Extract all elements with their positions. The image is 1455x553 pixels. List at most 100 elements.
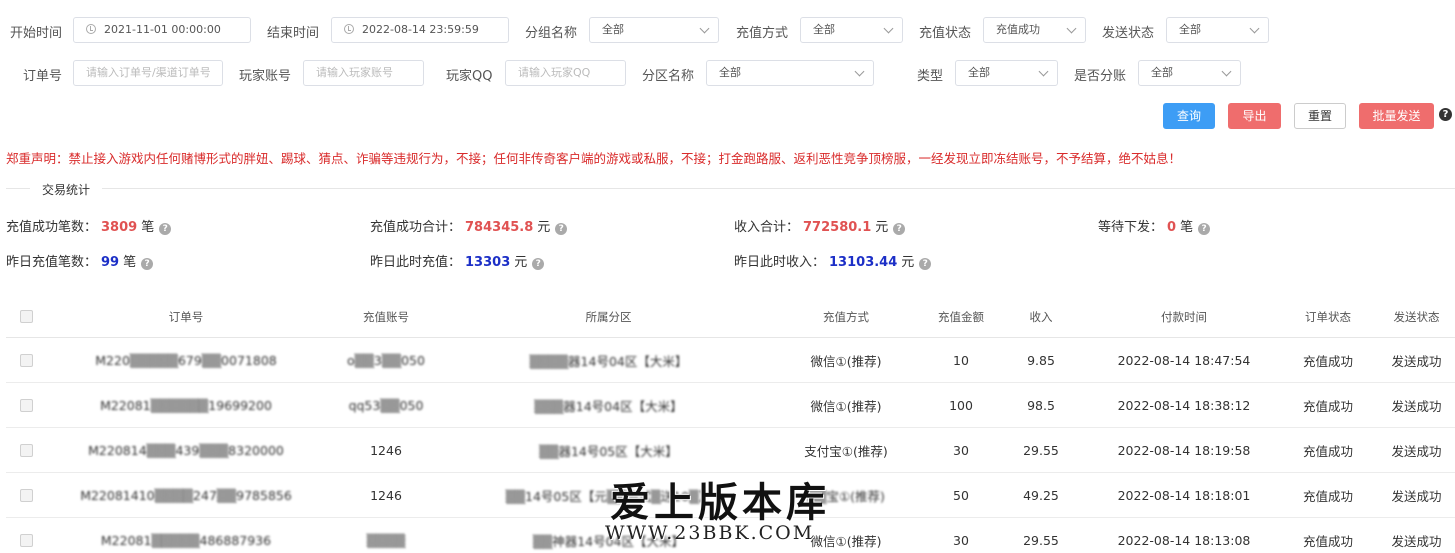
cell-order-status: 充值成功 bbox=[1302, 443, 1353, 459]
chevron-down-icon bbox=[1038, 66, 1049, 77]
cell-send-status: 发送成功 bbox=[1391, 443, 1442, 459]
send-status-select[interactable]: 全部 bbox=[1166, 17, 1269, 43]
header-send-status: 发送状态 bbox=[1393, 309, 1440, 324]
help-icon[interactable]: ? bbox=[1439, 108, 1452, 121]
stat-yesterday-income: 昨日此时收入： 13103.44 元? bbox=[734, 251, 932, 270]
row-checkbox[interactable] bbox=[19, 488, 33, 502]
cell-send-status: 发送成功 bbox=[1391, 488, 1442, 504]
cell-amount: 10 bbox=[953, 352, 969, 368]
cell-send-status: 发送成功 bbox=[1391, 398, 1442, 414]
help-icon[interactable]: ? bbox=[532, 258, 545, 270]
filter-panel: 开始时间 2021-11-01 00:00:00 结束时间 2022-08-14… bbox=[0, 0, 1455, 140]
row-checkbox-cell bbox=[6, 338, 46, 382]
header-amount: 充值金额 bbox=[938, 309, 984, 324]
stat-pending: 等待下发： 0 笔? bbox=[1098, 216, 1211, 235]
clock-icon bbox=[344, 24, 354, 34]
section-title: 交易统计 bbox=[30, 181, 103, 198]
split-select[interactable]: 全部 bbox=[1138, 60, 1241, 86]
clock-icon bbox=[86, 24, 96, 34]
batch-send-button[interactable]: 批量发送 bbox=[1359, 103, 1434, 129]
cell-zone: ▒▒神器14号04区【大米】 bbox=[532, 533, 685, 549]
send-status-label: 发送状态 bbox=[1102, 26, 1155, 41]
group-select[interactable]: 全部 bbox=[589, 17, 719, 43]
help-icon[interactable]: ? bbox=[555, 223, 568, 235]
split-label: 是否分账 bbox=[1074, 69, 1127, 84]
header-account: 充值账号 bbox=[363, 309, 409, 324]
cell-pay-time: 2022-08-14 18:19:58 bbox=[1117, 442, 1251, 458]
help-icon[interactable]: ? bbox=[893, 223, 906, 235]
player-account-input[interactable]: 请输入玩家账号 bbox=[303, 60, 424, 86]
header-income: 收入 bbox=[1029, 309, 1053, 324]
recharge-method-label: 充值方式 bbox=[736, 26, 789, 41]
cell-amount: 50 bbox=[953, 487, 969, 503]
type-select[interactable]: 全部 bbox=[955, 60, 1058, 86]
type-label: 类型 bbox=[917, 69, 944, 84]
cell-order-status: 充值成功 bbox=[1302, 398, 1353, 414]
help-icon[interactable]: ? bbox=[159, 223, 172, 235]
chevron-down-icon bbox=[854, 66, 865, 77]
cell-pay-time: 2022-08-14 18:47:54 bbox=[1117, 352, 1251, 368]
end-time-label: 结束时间 bbox=[267, 26, 320, 41]
table-row[interactable]: M22081▒▒▒▒▒486887936 ▒▒▒▒ ▒▒神器14号04区【大米】… bbox=[6, 518, 1455, 553]
cell-order: M22081410▒▒▒▒247▒▒9785856 bbox=[80, 487, 292, 503]
cell-order-status: 充值成功 bbox=[1302, 533, 1353, 549]
table-row[interactable]: M22081▒▒▒▒▒▒19699200 qq53▒▒050 ▒▒▒器14号04… bbox=[6, 383, 1455, 428]
section-divider bbox=[6, 188, 1455, 189]
stat-success-count: 充值成功笔数： 3809 笔? bbox=[6, 216, 172, 235]
chevron-down-icon bbox=[1066, 23, 1077, 34]
stat-yesterday-recharge: 昨日此时充值： 13303 元? bbox=[370, 251, 545, 270]
order-input[interactable]: 请输入订单号/渠道订单号 bbox=[73, 60, 223, 86]
row-checkbox[interactable] bbox=[19, 443, 33, 457]
recharge-method-select[interactable]: 全部 bbox=[800, 17, 903, 43]
reset-button[interactable]: 重置 bbox=[1294, 103, 1346, 129]
help-icon[interactable]: ? bbox=[1198, 223, 1211, 235]
cell-pay-time: 2022-08-14 18:18:01 bbox=[1117, 487, 1251, 503]
start-time-input[interactable]: 2021-11-01 00:00:00 bbox=[73, 17, 251, 43]
cell-zone: ▒▒器14号05区【大米】 bbox=[539, 443, 678, 459]
cell-method: 微信①(推荐) bbox=[810, 398, 882, 414]
stat-income-total: 收入合计： 772580.1 元? bbox=[734, 216, 906, 235]
zone-select[interactable]: 全部 bbox=[706, 60, 874, 86]
select-all-checkbox[interactable] bbox=[19, 310, 33, 323]
help-icon[interactable]: ? bbox=[919, 258, 932, 270]
recharge-status-label: 充值状态 bbox=[919, 26, 972, 41]
end-time-input[interactable]: 2022-08-14 23:59:59 bbox=[331, 17, 509, 43]
cell-pay-time: 2022-08-14 18:38:12 bbox=[1117, 397, 1251, 413]
table-row[interactable]: M220▒▒▒▒▒679▒▒0071808 o▒▒3▒▒050 ▒▒▒▒器14号… bbox=[6, 338, 1455, 383]
export-button[interactable]: 导出 bbox=[1228, 103, 1281, 129]
query-button[interactable]: 查询 bbox=[1163, 103, 1215, 129]
select-all-checkbox-cell bbox=[6, 296, 46, 337]
zone-label: 分区名称 bbox=[642, 69, 695, 84]
help-icon[interactable]: ? bbox=[141, 258, 154, 270]
table-row[interactable]: M220814▒▒▒439▒▒▒8320000 1246 ▒▒器14号05区【大… bbox=[6, 428, 1455, 473]
row-checkbox[interactable] bbox=[19, 533, 33, 547]
cell-account: o▒▒3▒▒050 bbox=[347, 352, 425, 368]
cell-account: qq53▒▒050 bbox=[348, 397, 424, 413]
cell-order: M22081▒▒▒▒▒486887936 bbox=[100, 532, 272, 548]
row-checkbox[interactable] bbox=[19, 353, 33, 367]
recharge-status-select[interactable]: 充值成功 bbox=[983, 17, 1086, 43]
order-label: 订单号 bbox=[23, 69, 63, 84]
player-account-label: 玩家账号 bbox=[239, 69, 292, 84]
cell-order: M22081▒▒▒▒▒▒19699200 bbox=[100, 397, 272, 413]
orders-table: 订单号 充值账号 所属分区 充值方式 充值金额 收入 付款时间 订单状态 发送状… bbox=[6, 296, 1455, 553]
chevron-down-icon bbox=[1249, 23, 1260, 34]
table-row[interactable]: M22081410▒▒▒▒247▒▒9785856 1246 ▒▒14号05区【… bbox=[6, 473, 1455, 518]
cell-method: ▒▒宝①(推荐) bbox=[807, 488, 885, 504]
row-checkbox[interactable] bbox=[19, 398, 33, 412]
notice-text: 郑重声明：禁止接入游戏内任何赌博形式的胖妞、踢球、猜点、诈骗等违规行为，不接；任… bbox=[6, 151, 1182, 166]
player-qq-input[interactable]: 请输入玩家QQ bbox=[505, 60, 626, 86]
start-time-label: 开始时间 bbox=[10, 26, 63, 41]
chevron-down-icon bbox=[1221, 66, 1232, 77]
chevron-down-icon bbox=[883, 23, 894, 34]
cell-order-status: 充值成功 bbox=[1302, 353, 1353, 369]
cell-income: 9.85 bbox=[1027, 352, 1055, 368]
cell-income: 29.55 bbox=[1023, 442, 1059, 458]
cell-method: 支付宝①(推荐) bbox=[804, 443, 888, 459]
row-checkbox-cell bbox=[6, 428, 46, 472]
cell-amount: 100 bbox=[949, 397, 973, 413]
cell-amount: 30 bbox=[953, 442, 969, 458]
header-zone: 所属分区 bbox=[585, 309, 632, 324]
chevron-down-icon bbox=[699, 23, 710, 34]
stat-yesterday-count: 昨日充值笔数： 99 笔? bbox=[6, 251, 154, 270]
